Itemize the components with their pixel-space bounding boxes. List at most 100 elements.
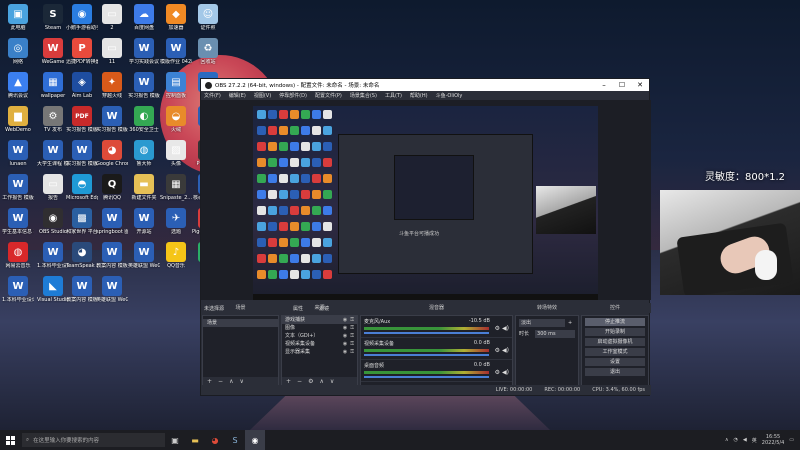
speaker-icon[interactable]: ◀)	[502, 369, 509, 376]
desktop-icon[interactable]: W 实习报告 模版	[66, 140, 98, 167]
menu-item[interactable]: 帮助(H)	[410, 92, 428, 99]
menu-item[interactable]: 场景集合(S)	[350, 92, 377, 99]
desktop-icon[interactable]: ▤ 控制面板	[160, 72, 192, 99]
menu-item[interactable]: 工具(T)	[385, 92, 402, 99]
desktop-icon[interactable]: ♻ 回收站	[192, 38, 224, 65]
desktop-icon[interactable]: ♪ QQ音乐	[160, 242, 192, 269]
desktop-icon[interactable]: ◐ 360安全卫士	[128, 106, 160, 133]
control-button[interactable]: 退出	[585, 368, 645, 376]
gear-icon[interactable]: ⚙	[308, 378, 313, 385]
desktop-icon[interactable]: ◕ TeamSpeak 3	[66, 242, 98, 269]
start-button[interactable]	[0, 430, 20, 450]
desktop-icon[interactable]: W 教案内容 模板	[96, 242, 128, 269]
remove-icon[interactable]: −	[297, 378, 302, 385]
desktop-icon[interactable]: ◣Visual Studio Code	[37, 276, 69, 303]
desktop-icon[interactable]: PDF 实习报告 模版	[66, 106, 98, 133]
visibility-icon[interactable]: ◉	[343, 348, 347, 356]
chrome-icon[interactable]: ◕	[205, 430, 225, 450]
volume-slider[interactable]	[364, 376, 489, 378]
desktop-icon[interactable]: ◒ 火绒	[160, 106, 192, 133]
desktop-icon[interactable]: ☁ 百度网盘	[128, 4, 160, 31]
desktop-icon[interactable]: ▭ 11	[96, 38, 128, 65]
minimize-icon[interactable]: –	[595, 81, 613, 89]
desktop-icon[interactable]: W WeGame	[37, 38, 69, 65]
obs-preview[interactable]: 斗鱼平台可播成功	[201, 100, 651, 300]
volume-icon[interactable]: ◀	[743, 437, 747, 443]
desktop-icon[interactable]: Q 腾讯QQ	[96, 174, 128, 201]
control-button[interactable]: 停止推流	[585, 318, 645, 326]
network-icon[interactable]: ◔	[734, 437, 738, 443]
desktop-icon[interactable]: W 1.本科毕业设计	[2, 276, 34, 303]
source-item[interactable]: 图像 ◉ ⚿	[282, 324, 357, 332]
plus-icon[interactable]: +	[568, 320, 572, 326]
menu-item[interactable]: 编辑(E)	[229, 92, 246, 99]
desktop-icon[interactable]: P 迅捷PDF转换器	[66, 38, 98, 65]
lock-icon[interactable]: ⚿	[350, 324, 354, 332]
steam-icon[interactable]: S	[225, 430, 245, 450]
desktop-icon[interactable]: ▦ Snipaste_2...	[160, 174, 192, 201]
desktop-icon[interactable]: ▭ 报告	[37, 174, 69, 201]
desktop-icon[interactable]: ☺ 证件照	[192, 4, 224, 31]
duration-input[interactable]: 300 ms	[535, 329, 575, 338]
add-icon[interactable]: +	[286, 378, 291, 385]
lock-icon[interactable]: ⚿	[350, 332, 354, 340]
visibility-icon[interactable]: ◉	[343, 332, 347, 340]
desktop-icon[interactable]: ▣ 此电脑	[2, 4, 34, 31]
move-down-icon[interactable]: ∨	[239, 378, 243, 385]
desktop-icon[interactable]: ◎ 网络	[2, 38, 34, 65]
lock-icon[interactable]: ⚿	[350, 316, 354, 324]
control-button[interactable]: 开始录制	[585, 328, 645, 336]
desktop-icon[interactable]: W 工作报告 模版	[2, 174, 34, 201]
desktop-icon[interactable]: ▨ 头像	[160, 140, 192, 167]
obs-taskbar-icon[interactable]: ◉	[245, 430, 265, 450]
volume-slider[interactable]	[364, 354, 489, 356]
source-item[interactable]: 视频采集设备 ◉ ⚿	[282, 340, 357, 348]
visibility-icon[interactable]: ◉	[343, 316, 347, 324]
lock-icon[interactable]: ⚿	[350, 348, 354, 356]
speaker-icon[interactable]: ◀)	[502, 347, 509, 354]
lock-icon[interactable]: ⚿	[350, 340, 354, 348]
desktop-icon[interactable]: W 开源站	[128, 208, 160, 235]
transition-select[interactable]: 淡出	[519, 318, 565, 327]
desktop-icon[interactable]: W大学生课程 模版	[37, 140, 69, 167]
desktop-icon[interactable]: W 实习报告 模版	[128, 72, 160, 99]
control-button[interactable]: 启动虚拟摄像机	[585, 338, 645, 346]
desktop-icon[interactable]: Wlunaen	[2, 140, 34, 167]
desktop-icon[interactable]: ⚙ TV 发布	[37, 106, 69, 133]
source-item[interactable]: 游戏捕获 ◉ ⚿	[282, 316, 357, 324]
desktop-icon[interactable]: ◉ 小鹅手游看助手	[66, 4, 98, 31]
maximize-icon[interactable]: ☐	[613, 81, 631, 89]
menu-item[interactable]: 配置文件(P)	[315, 92, 342, 99]
desktop-icon[interactable]: Wspringboot 图书管理	[96, 208, 128, 235]
desktop-icon[interactable]: W 模版作业 0428	[160, 38, 192, 65]
add-icon[interactable]: +	[207, 378, 212, 385]
desktop-icon[interactable]: ◉ OBS Studio	[37, 208, 69, 235]
chevron-up-icon[interactable]: ∧	[725, 437, 729, 443]
gear-icon[interactable]: ⚙	[495, 325, 500, 332]
desktop-icon[interactable]: ✦ 穿越火线	[96, 72, 128, 99]
ime-indicator[interactable]: 英	[752, 437, 757, 444]
desktop-icon[interactable]: ▭ 2	[96, 4, 128, 31]
source-item[interactable]: 文本（GDI+） ◉ ⚿	[282, 332, 357, 340]
desktop-icon[interactable]: W 学习实践会议	[128, 38, 160, 65]
desktop-icon[interactable]: W 1.本科毕业设计	[37, 242, 69, 269]
desktop-icon[interactable]: W学生基本信息 模板	[2, 208, 34, 235]
source-item[interactable]: 显示器采集 ◉ ⚿	[282, 348, 357, 356]
menu-item[interactable]: 斗鱼-OliOly	[436, 92, 463, 99]
desktop-icon[interactable]: ◈ Aim Lab	[66, 72, 98, 99]
remove-icon[interactable]: −	[218, 378, 223, 385]
gear-icon[interactable]: ⚙	[495, 347, 500, 354]
desktop-icon[interactable]: W英雄联盟 WeGame	[96, 276, 128, 303]
desktop-icon[interactable]: ▆ WebDemo	[2, 106, 34, 133]
desktop-icon[interactable]: W 实习报告 模版	[96, 106, 128, 133]
desktop-icon[interactable]: ◍ 鲁大师	[128, 140, 160, 167]
desktop-icon[interactable]: ◓Microsoft Edge	[66, 174, 98, 201]
taskbar-search[interactable]: ⌕ 在这里输入你要搜索的内容	[22, 433, 165, 447]
scene-item[interactable]: 场景	[203, 319, 278, 327]
menu-item[interactable]: 停靠部件(D)	[279, 92, 307, 99]
desktop-icon[interactable]: ▦ wallpaper	[37, 72, 69, 99]
desktop-icon[interactable]: S Steam	[37, 4, 69, 31]
volume-slider[interactable]	[364, 332, 489, 334]
desktop-icon[interactable]: ◕Google Chrome	[96, 140, 128, 167]
desktop-icon[interactable]: W英雄联盟 WeGame	[128, 242, 160, 269]
